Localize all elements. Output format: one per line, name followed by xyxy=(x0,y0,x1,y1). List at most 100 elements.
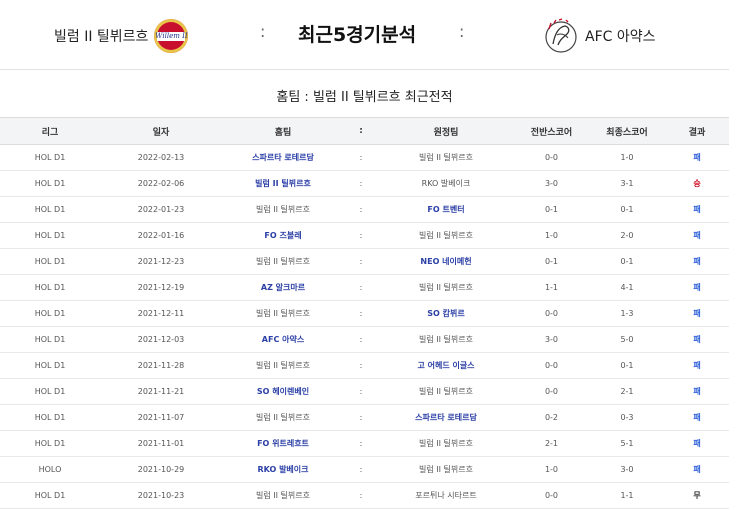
home-team-cell[interactable]: 빌럼 II 틸뷔르흐 xyxy=(222,404,344,431)
home-team-cell[interactable]: 빌럼 II 틸뷔르흐 xyxy=(222,300,344,327)
away-team-cell[interactable]: 빌럼 II 틸뷔르흐 xyxy=(378,430,514,457)
away-team-cell[interactable]: 스파르타 로테르담 xyxy=(378,404,514,431)
home-team-cell[interactable]: SO 헤이렌베인 xyxy=(222,378,344,405)
half-score-cell: 2-1 xyxy=(514,430,589,457)
home-team-cell[interactable]: 빌럼 II 틸뷔르흐 xyxy=(222,170,344,197)
away-team-cell[interactable]: 빌럼 II 틸뷔르흐 xyxy=(378,222,514,249)
away-team[interactable]: AFC 아약스 xyxy=(543,17,656,55)
final-score-cell: 0-3 xyxy=(589,404,665,431)
separator-cell: : xyxy=(344,352,378,379)
separator-cell: : xyxy=(344,222,378,249)
table-row[interactable]: HOL D1 2022-02-13 스파르타 로테르담: 빌럼 II 틸뷔르흐 0-0 1… xyxy=(0,144,729,171)
date-cell: 2021-11-28 xyxy=(100,352,222,379)
away-team-cell[interactable]: 빌럼 II 틸뷔르흐 xyxy=(378,378,514,405)
away-team-cell[interactable]: 빌럼 II 틸뷔르흐 xyxy=(378,274,514,301)
date-cell: 2022-01-23 xyxy=(100,196,222,223)
half-score-cell: 0-0 xyxy=(514,352,589,379)
table-row[interactable]: HOL D1 2021-12-03 AFC 아약스: 빌럼 II 틸뷔르흐 3-0 5-0… xyxy=(0,326,729,353)
half-score-cell: 0-1 xyxy=(514,248,589,275)
away-team-cell[interactable]: RKO 발베이크 xyxy=(378,170,514,197)
separator-cell: : xyxy=(344,378,378,405)
league-cell: HOL D1 xyxy=(0,430,100,457)
final-score-cell: 1-3 xyxy=(589,300,665,327)
home-team-cell[interactable]: 스파르타 로테르담 xyxy=(222,144,344,171)
table-row[interactable]: HOL D1 2021-12-23 빌럼 II 틸뷔르흐: NEO 네이메헌 0-1 0-… xyxy=(0,248,729,275)
home-team-cell[interactable]: 빌럼 II 틸뷔르흐 xyxy=(222,196,344,223)
table-row[interactable]: HOL D1 2021-12-11 빌럼 II 틸뷔르흐: SO 캄뷔르 0-0 1-3 패 xyxy=(0,300,729,327)
result-cell: 패 xyxy=(665,248,729,275)
separator-cell: : xyxy=(344,482,378,509)
date-cell: 2021-12-11 xyxy=(100,300,222,327)
result-cell: 패 xyxy=(665,404,729,431)
result-cell: 패 xyxy=(665,378,729,405)
date-cell: 2021-12-23 xyxy=(100,248,222,275)
table-row[interactable]: HOL D1 2022-02-06 빌럼 II 틸뷔르흐: RKO 발베이크 3-0 3-… xyxy=(0,170,729,197)
half-score-cell: 3-0 xyxy=(514,326,589,353)
date-cell: 2022-02-13 xyxy=(100,144,222,171)
home-team-cell[interactable]: FO 위트레흐트 xyxy=(222,430,344,457)
away-team-cell[interactable]: 빌럼 II 틸뷔르흐 xyxy=(378,456,514,483)
away-team-cell[interactable]: FO 트벤터 xyxy=(378,196,514,223)
home-team-cell[interactable]: AFC 아약스 xyxy=(222,326,344,353)
league-cell: HOL D1 xyxy=(0,222,100,249)
table-row[interactable]: HOL D1 2021-12-19 AZ 알크마르: 빌럼 II 틸뷔르흐 1-1 4-1… xyxy=(0,274,729,301)
final-score-cell: 3-0 xyxy=(589,456,665,483)
table-row[interactable]: HOL D1 2021-11-28 빌럼 II 틸뷔르흐: 고 어헤드 이글스 0-0 0… xyxy=(0,352,729,379)
away-team-cell[interactable]: 포르튀나 시타르트 xyxy=(378,482,514,509)
final-score-cell: 4-1 xyxy=(589,274,665,301)
home-team-cell[interactable]: 빌럼 II 틸뷔르흐 xyxy=(222,248,344,275)
half-score-cell: 0-0 xyxy=(514,300,589,327)
column-header-league: 리그 xyxy=(0,117,100,145)
home-team-cell[interactable]: 빌럼 II 틸뷔르흐 xyxy=(222,352,344,379)
league-cell: HOL D1 xyxy=(0,170,100,197)
result-cell: 패 xyxy=(665,326,729,353)
table-row[interactable]: HOL D1 2021-10-23 빌럼 II 틸뷔르흐: 포르튀나 시타르트 0-0 1… xyxy=(0,482,729,509)
column-header-date: 일자 xyxy=(100,117,222,145)
home-team-cell[interactable]: RKO 발베이크 xyxy=(222,456,344,483)
home-team-cell[interactable]: AZ 알크마르 xyxy=(222,274,344,301)
separator-cell: : xyxy=(344,170,378,197)
separator-cell: : xyxy=(344,144,378,171)
result-cell: 패 xyxy=(665,430,729,457)
away-team-cell[interactable]: 빌럼 II 틸뷔르흐 xyxy=(378,326,514,353)
home-team-cell[interactable]: FO 즈볼레 xyxy=(222,222,344,249)
willem-ii-logo-icon: Willem II xyxy=(154,19,189,53)
half-score-cell: 0-0 xyxy=(514,378,589,405)
date-cell: 2021-12-19 xyxy=(100,274,222,301)
separator-cell: : xyxy=(344,274,378,301)
away-team-cell[interactable]: NEO 네이메헌 xyxy=(378,248,514,275)
final-score-cell: 3-1 xyxy=(589,170,665,197)
table-row[interactable]: HOLO 2021-10-29 RKO 발베이크: 빌럼 II 틸뷔르흐 1-0 3-0 패 xyxy=(0,456,729,483)
table-row[interactable]: HOL D1 2021-11-21 SO 헤이렌베인: 빌럼 II 틸뷔르흐 0-0 2-… xyxy=(0,378,729,405)
date-cell: 2022-01-16 xyxy=(100,222,222,249)
table-row[interactable]: HOL D1 2022-01-23 빌럼 II 틸뷔르흐: FO 트벤터 0-1 0-1 패 xyxy=(0,196,729,223)
away-team-cell[interactable]: 빌럼 II 틸뷔르흐 xyxy=(378,144,514,171)
home-team[interactable]: 빌럼 II 틸뷔르흐 Willem II xyxy=(54,19,189,53)
column-header-half-score: 전반스코어 xyxy=(514,117,589,145)
column-header-final-score: 최종스코어 xyxy=(589,117,665,145)
table-row[interactable]: HOL D1 2021-11-01 FO 위트레흐트: 빌럼 II 틸뷔르흐 2-1 5-… xyxy=(0,430,729,457)
league-cell: HOL D1 xyxy=(0,144,100,171)
league-cell: HOL D1 xyxy=(0,404,100,431)
separator-cell: : xyxy=(344,248,378,275)
table-header-row: 리그 일자 홈팀 : 원정팀 전반스코어 최종스코어 결과 xyxy=(0,117,729,145)
away-team-cell[interactable]: SO 캄뷔르 xyxy=(378,300,514,327)
ajax-logo-icon xyxy=(545,18,577,53)
date-cell: 2021-11-07 xyxy=(100,404,222,431)
home-team-cell[interactable]: 빌럼 II 틸뷔르흐 xyxy=(222,482,344,509)
separator-cell: : xyxy=(344,456,378,483)
separator-cell: : xyxy=(344,326,378,353)
half-score-cell: 0-1 xyxy=(514,196,589,223)
final-score-cell: 5-1 xyxy=(589,430,665,457)
league-cell: HOLO xyxy=(0,456,100,483)
away-team-cell[interactable]: 고 어헤드 이글스 xyxy=(378,352,514,379)
table-row[interactable]: HOL D1 2021-11-07 빌럼 II 틸뷔르흐: 스파르타 로테르담 0-2 0… xyxy=(0,404,729,431)
half-score-cell: 0-0 xyxy=(514,144,589,171)
recent-matches-table: 리그 일자 홈팀 : 원정팀 전반스코어 최종스코어 결과 HOL D1 2022… xyxy=(0,117,729,509)
result-cell: 무 xyxy=(665,482,729,509)
table-row[interactable]: HOL D1 2022-01-16 FO 즈볼레: 빌럼 II 틸뷔르흐 1-0 2-0 패 xyxy=(0,222,729,249)
page-title: 최근5경기분석 xyxy=(298,24,417,46)
home-logo-text: Willem II xyxy=(155,32,188,40)
league-cell: HOL D1 xyxy=(0,482,100,509)
final-score-cell: 5-0 xyxy=(589,326,665,353)
